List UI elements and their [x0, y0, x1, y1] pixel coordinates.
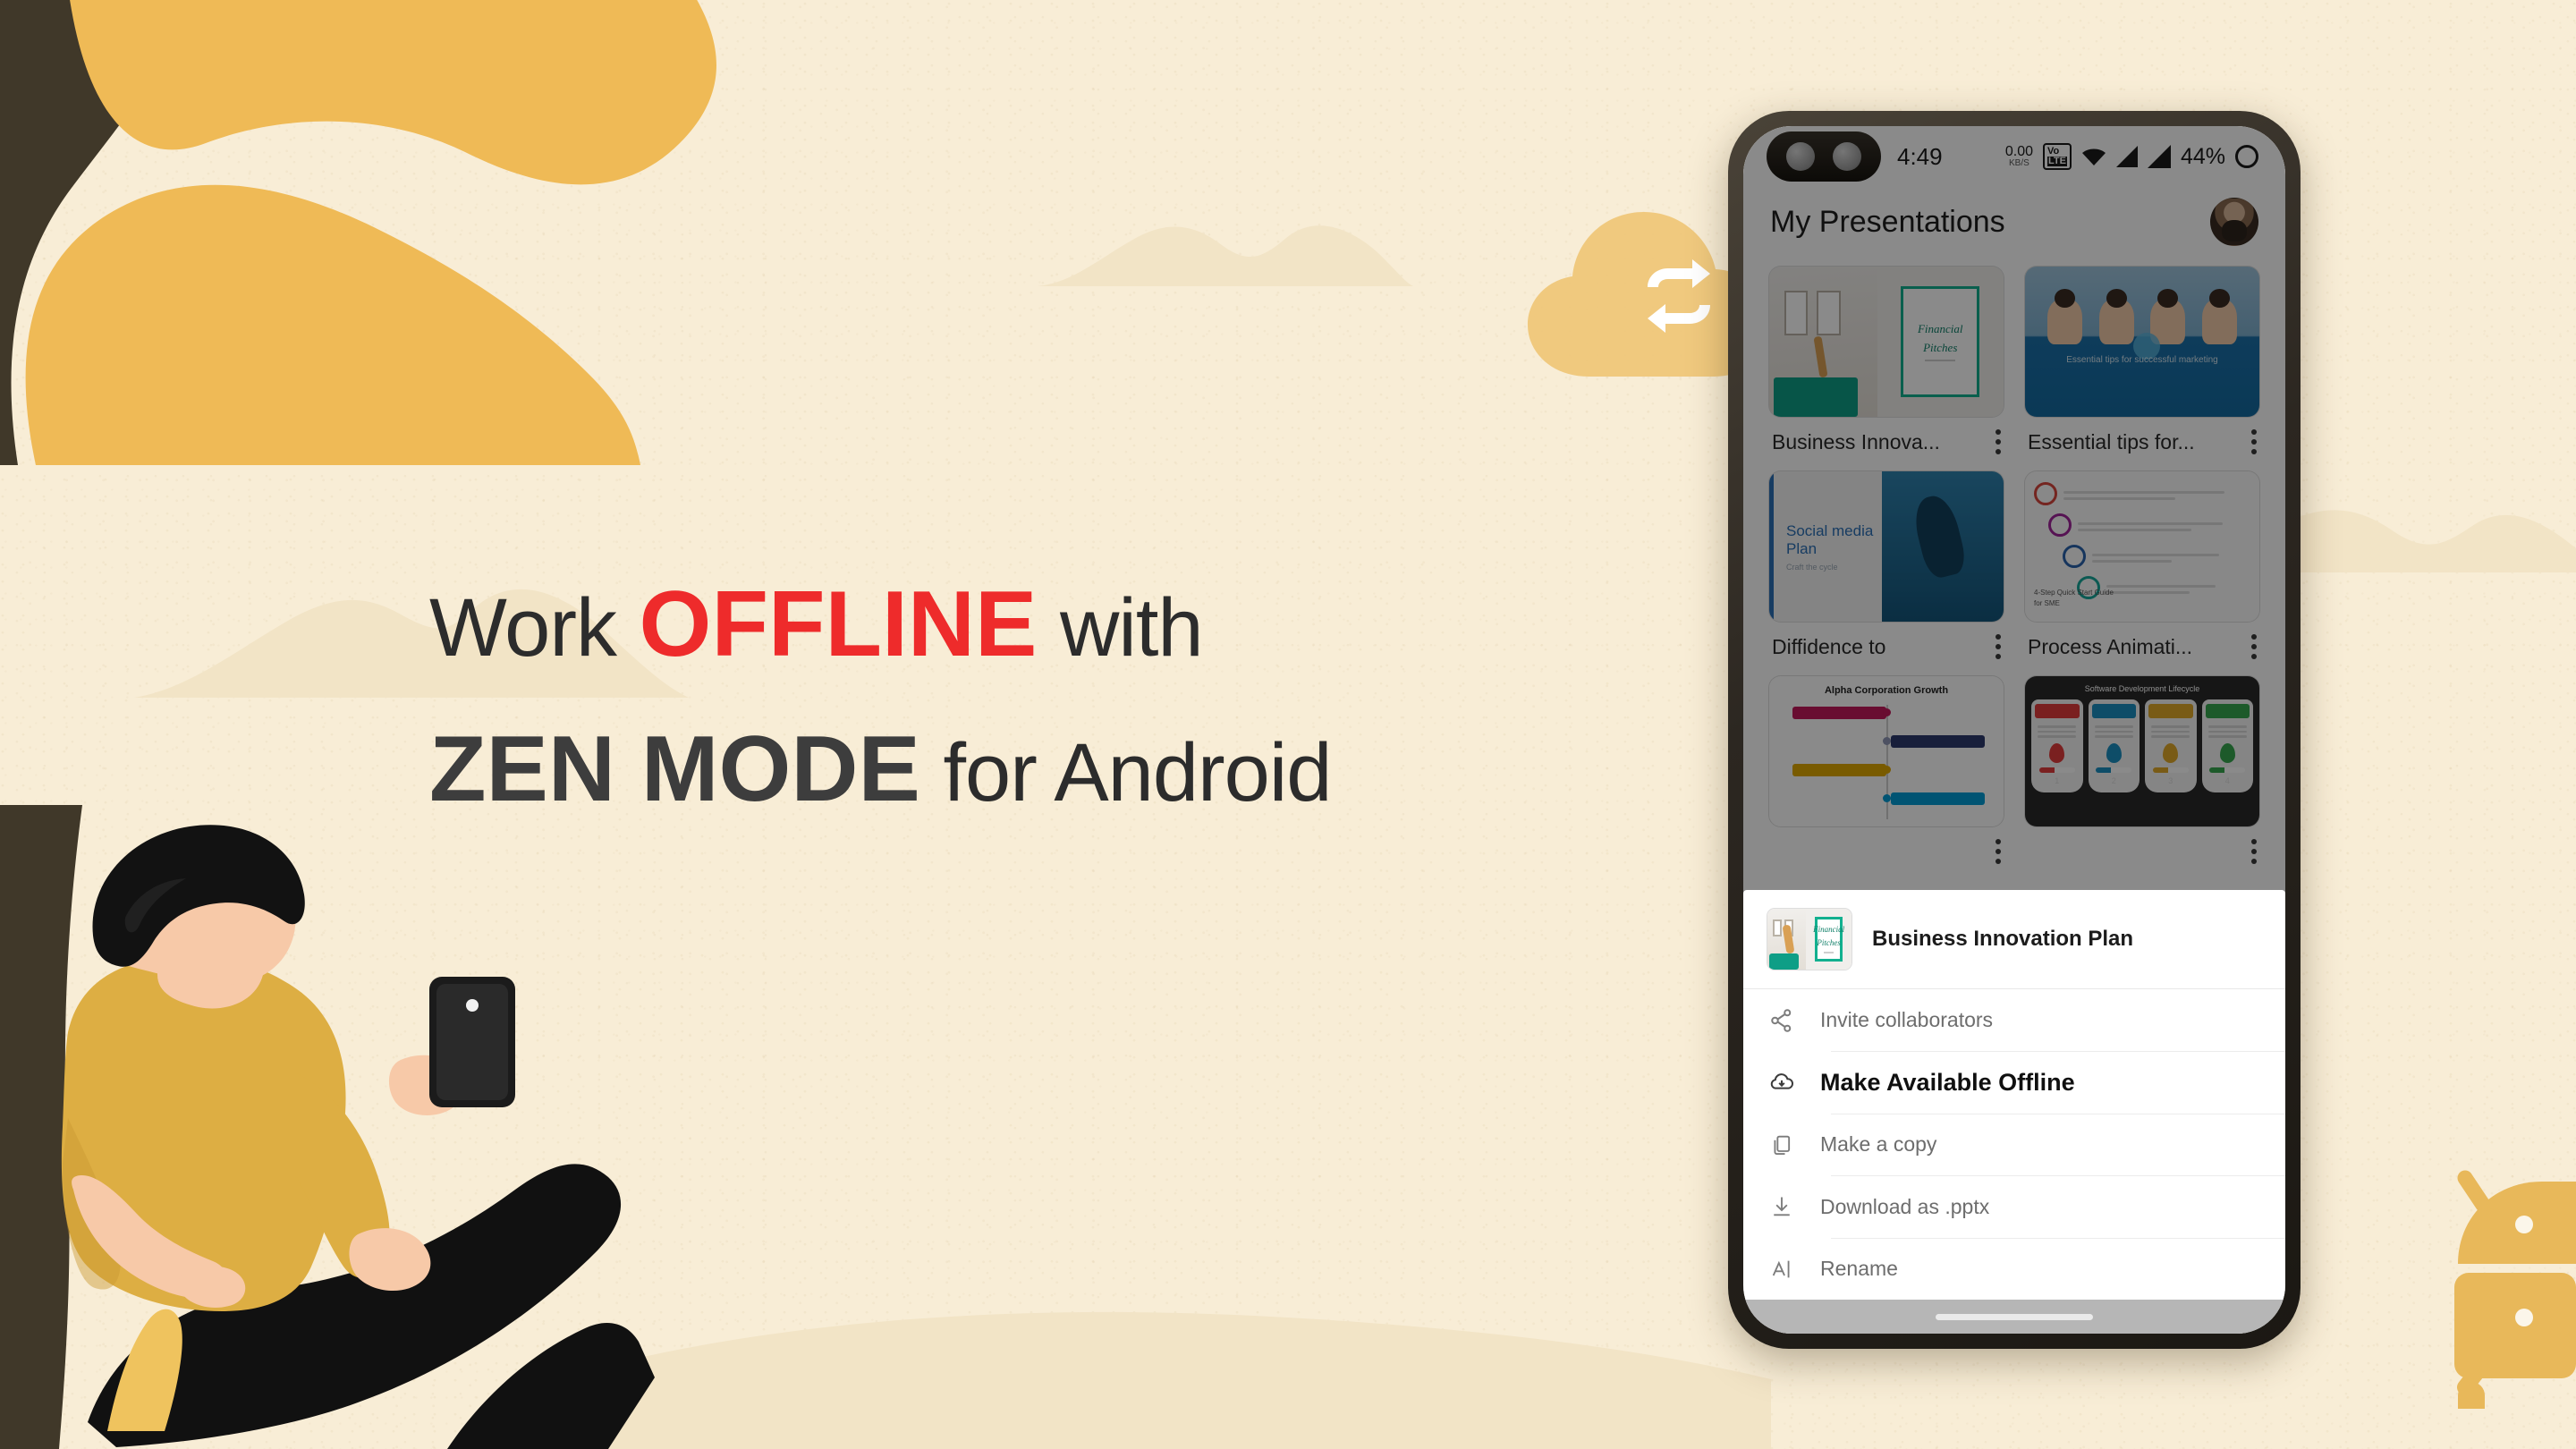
menu-item-rename[interactable]: Rename: [1743, 1237, 2285, 1300]
decor-hill-bottom: [608, 1311, 1771, 1449]
document-options-bottom-sheet: Financial Pitches Business Innovation Pl…: [1743, 890, 2285, 1334]
decor-blob-topleft: [0, 0, 716, 465]
android-robot-icon: [2454, 1170, 2576, 1409]
illustration-man-using-phone: [0, 805, 655, 1449]
document-thumbnail: Financial Pitches: [1767, 908, 1852, 970]
decor-cloud-top: [1038, 225, 1413, 286]
document-title: Business Innovation Plan: [1872, 927, 2134, 951]
home-gesture-pill[interactable]: [1743, 1300, 2285, 1334]
menu-item-label: Make a copy: [1820, 1132, 1937, 1157]
download-icon: [1767, 1191, 1797, 1222]
cloud-download-icon: [1767, 1067, 1797, 1097]
menu-item-download-as-pptx[interactable]: Download as .pptx: [1743, 1175, 2285, 1237]
headline-word-for-android: for Android: [943, 727, 1332, 819]
sheet-header: Financial Pitches Business Innovation Pl…: [1743, 890, 2285, 989]
menu-item-invite-collaborators[interactable]: Invite collaborators: [1743, 989, 2285, 1051]
headline-block: Work OFFLINE with ZEN MODE for Android: [429, 572, 1682, 822]
rename-text-cursor-icon: [1767, 1254, 1797, 1284]
menu-item-label: Make Available Offline: [1820, 1068, 2075, 1096]
headline-line-1: Work OFFLINE with: [429, 572, 1682, 676]
headline-word-with: with: [1059, 582, 1204, 674]
menu-item-label: Download as .pptx: [1820, 1194, 1990, 1218]
headline-word-work: Work: [429, 582, 617, 674]
menu-item-label: Invite collaborators: [1820, 1008, 1994, 1032]
menu-item-make-a-copy[interactable]: Make a copy: [1743, 1113, 2285, 1175]
phone-screen: 4:49 0.00 KB/S Vo LTE 44% My Presentatio…: [1743, 126, 2285, 1334]
menu-item-make-available-offline[interactable]: Make Available Offline: [1743, 1051, 2285, 1113]
menu-item-label: Rename: [1820, 1257, 1898, 1281]
headline-word-offline: OFFLINE: [639, 572, 1038, 676]
phone-device-mockup: 4:49 0.00 KB/S Vo LTE 44% My Presentatio…: [1728, 111, 2301, 1349]
copy-icon: [1767, 1130, 1797, 1160]
share-nodes-icon: [1767, 1005, 1797, 1036]
